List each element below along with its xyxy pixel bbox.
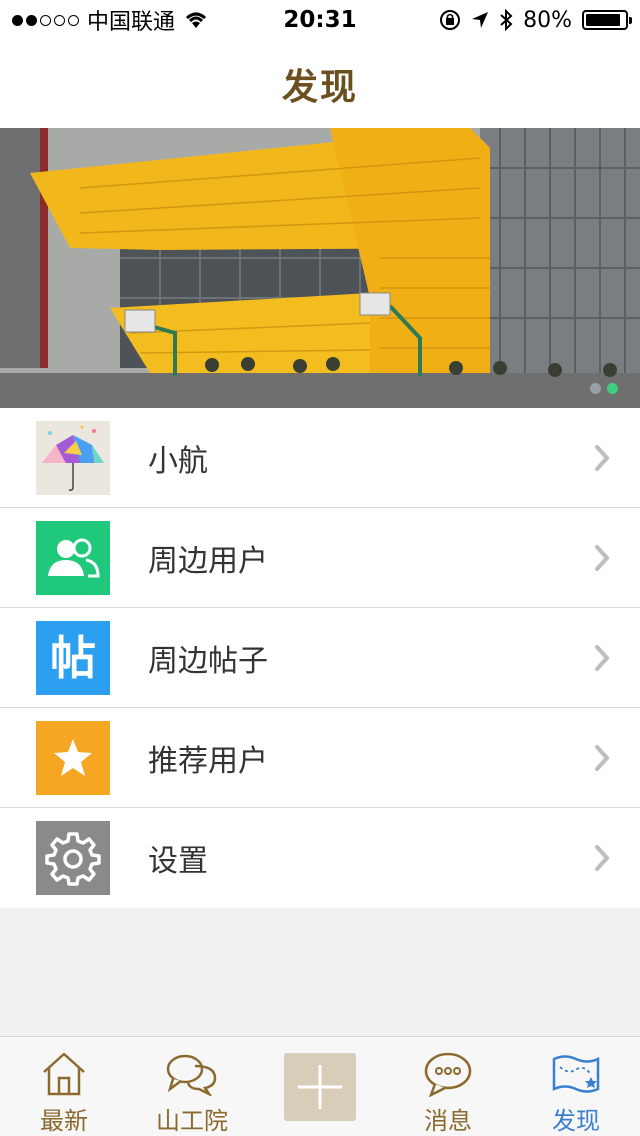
map-icon	[551, 1049, 601, 1099]
menu-item-nearby-posts[interactable]: 帖 周边帖子	[0, 608, 640, 708]
tab-discover[interactable]: 发现	[512, 1037, 640, 1136]
chevron-right-icon	[595, 645, 609, 671]
tab-latest[interactable]: 最新	[0, 1037, 128, 1136]
message-icon	[423, 1049, 473, 1099]
menu-item-label: 设置	[148, 844, 208, 879]
chevron-right-icon	[595, 445, 609, 471]
carousel-pager[interactable]	[590, 383, 618, 394]
tab-label: 山工院	[156, 1107, 228, 1135]
plus-icon	[298, 1065, 342, 1109]
chat-bubbles-icon	[165, 1049, 219, 1099]
wifi-icon	[186, 12, 207, 28]
menu-item-recommended-users[interactable]: 推荐用户	[0, 708, 640, 808]
tab-label: 消息	[424, 1107, 472, 1135]
umbrella-thumbnail-icon	[36, 421, 110, 495]
signal-strength-icon	[12, 14, 79, 26]
menu-item-label: 周边帖子	[148, 643, 268, 679]
menu-item-nearby-users[interactable]: 周边用户	[0, 508, 640, 608]
menu-item-settings[interactable]: 设置	[0, 808, 640, 908]
status-right: 80%	[398, 7, 632, 33]
carrier-name: 中国联通	[87, 10, 176, 35]
tab-campus[interactable]: 山工院	[128, 1037, 256, 1136]
status-bar: 中国联通 20:31 80%	[0, 0, 640, 40]
navigation-bar: 发现	[0, 40, 640, 128]
discover-menu: 小航 周边用户 帖 周边帖子 推荐用户 设置	[0, 408, 640, 908]
orientation-lock-icon	[440, 10, 461, 30]
menu-item-label: 小航	[148, 443, 208, 479]
bluetooth-icon	[500, 9, 513, 31]
banner-carousel[interactable]	[0, 128, 640, 408]
page-title: 发现	[281, 67, 358, 108]
chevron-right-icon	[595, 845, 609, 871]
tab-label: 发现	[552, 1107, 600, 1135]
chevron-right-icon	[595, 745, 609, 771]
home-icon	[40, 1049, 88, 1099]
nearby-posts-icon: 帖	[36, 621, 110, 695]
tab-messages[interactable]: 消息	[384, 1037, 512, 1136]
status-time: 20:31	[283, 7, 357, 33]
gear-icon	[36, 821, 110, 895]
tab-add[interactable]	[256, 1037, 384, 1136]
status-left: 中国联通	[12, 4, 242, 36]
tab-label: 最新	[40, 1107, 88, 1135]
pager-dot-2-active[interactable]	[607, 383, 618, 394]
menu-item-xiaohang[interactable]: 小航	[0, 408, 640, 508]
star-icon	[36, 721, 110, 795]
location-arrow-icon	[472, 12, 489, 28]
nearby-users-icon	[36, 521, 110, 595]
pager-dot-1[interactable]	[590, 383, 601, 394]
banner-image	[0, 128, 640, 408]
add-post-button[interactable]	[284, 1053, 356, 1121]
battery-percent: 80%	[523, 7, 572, 33]
menu-item-label: 推荐用户	[148, 743, 268, 779]
battery-icon	[582, 10, 632, 30]
chevron-right-icon	[595, 545, 609, 571]
tab-bar: 最新 山工院 消息 发现	[0, 1036, 640, 1136]
menu-item-label: 周边用户	[148, 543, 268, 579]
posts-glyph: 帖	[50, 631, 96, 685]
